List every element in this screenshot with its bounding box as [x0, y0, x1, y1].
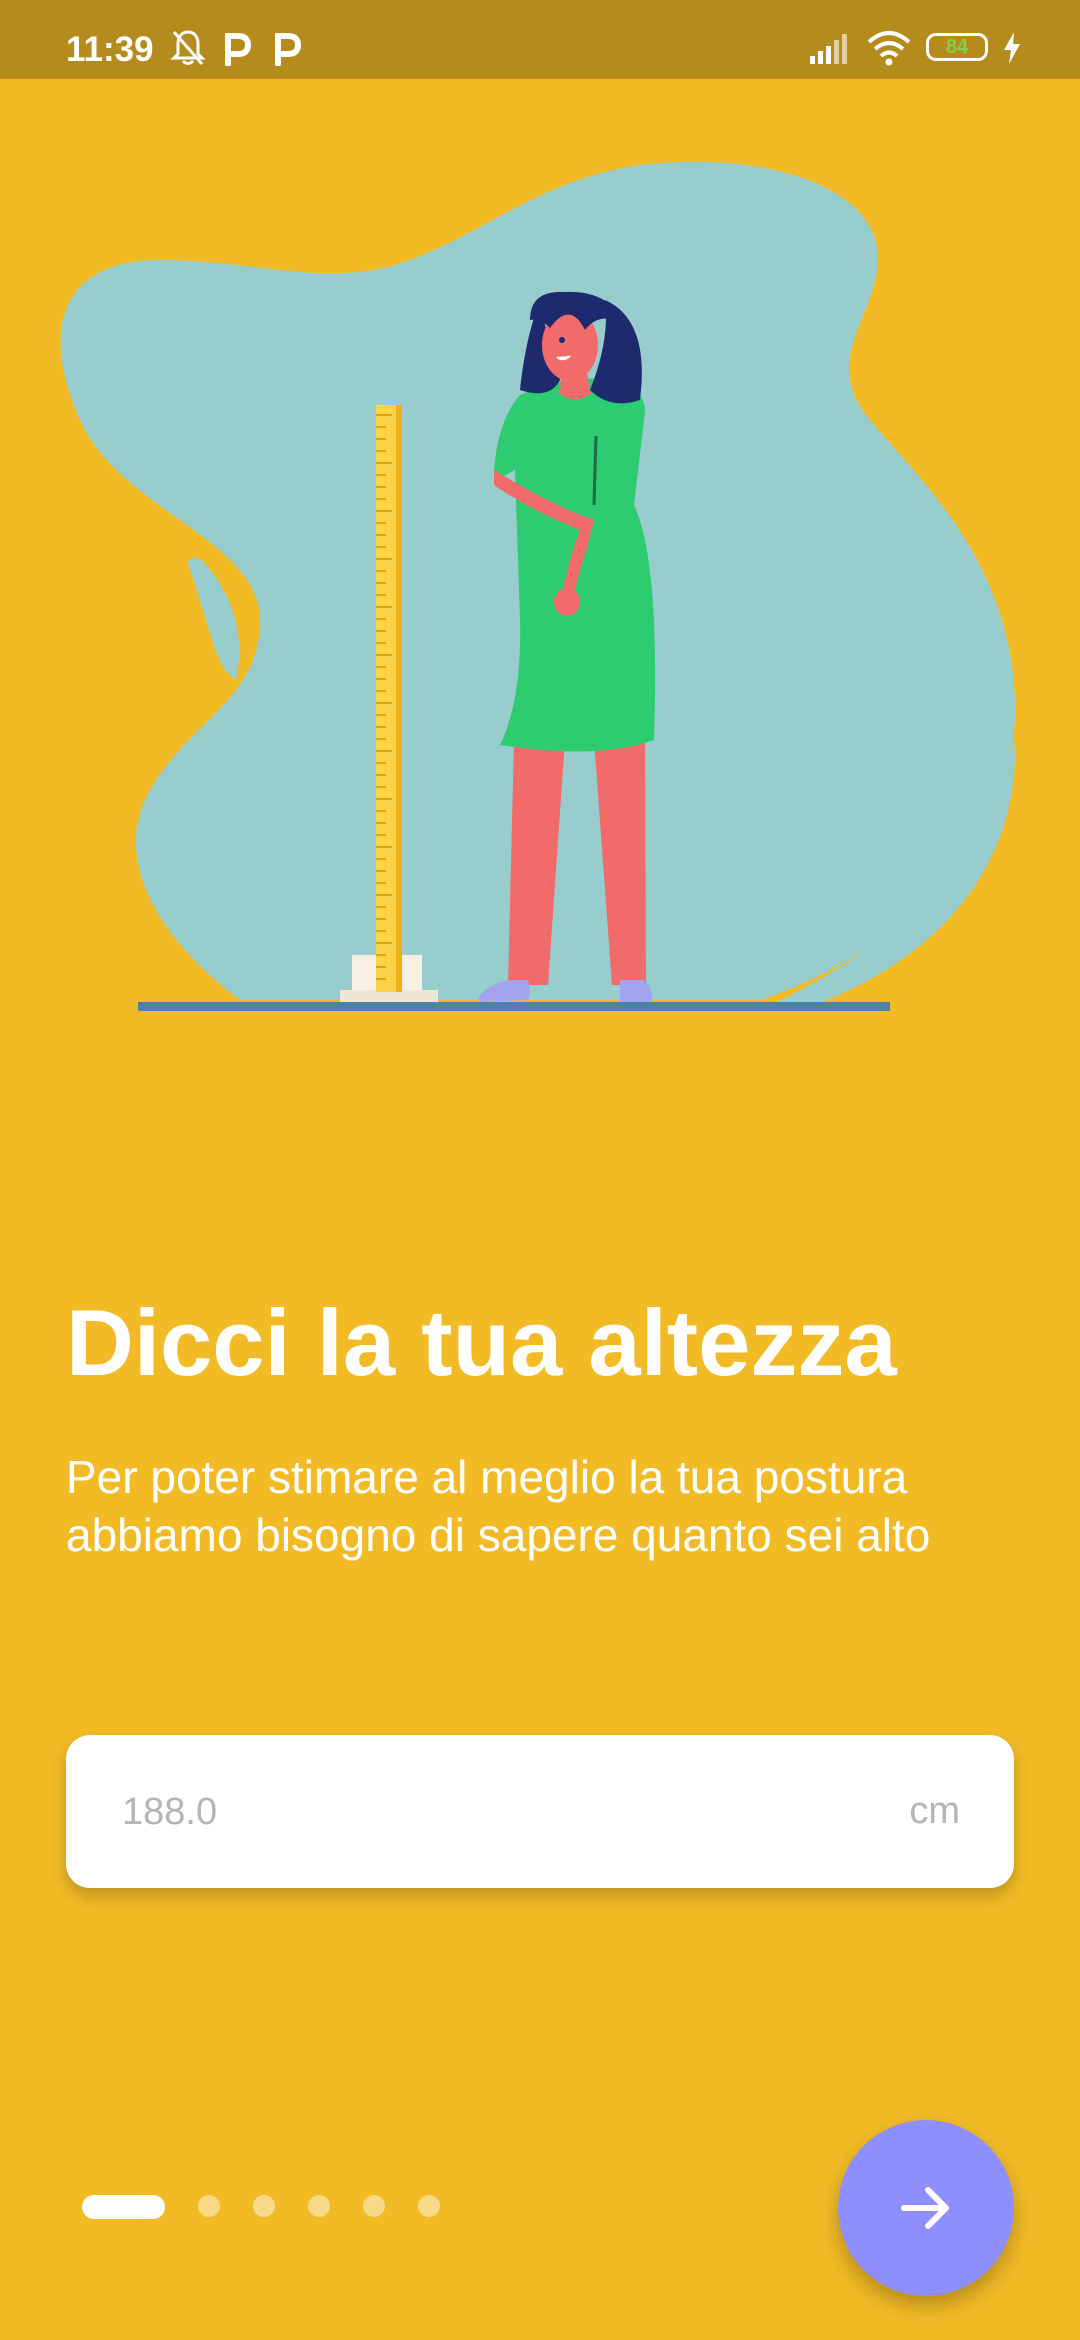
height-field[interactable]: cm [66, 1735, 1014, 1890]
page-dot [308, 2195, 330, 2217]
next-button[interactable] [838, 2120, 1014, 2296]
page-title: Dicci la tua altezza [66, 1290, 897, 1395]
page-dot [253, 2195, 275, 2217]
parking-icon [225, 33, 252, 66]
battery-icon: 84 [926, 33, 988, 61]
page-dot [198, 2195, 220, 2217]
charging-icon [1004, 32, 1020, 64]
floor-line [138, 1002, 890, 1011]
signal-icon [810, 34, 847, 64]
measuring-stick [376, 405, 402, 992]
page-dot [418, 2195, 440, 2217]
height-measure-illustration [60, 161, 1016, 1011]
battery-level: 84 [945, 36, 969, 58]
arrow-right-icon [901, 2187, 949, 2229]
parking-icon [275, 33, 302, 66]
page-dot-active [82, 2195, 165, 2219]
bell-off-icon [170, 30, 206, 65]
page-subtitle: Per poter stimare al meglio la tua postu… [66, 1451, 931, 1561]
status-time: 11:39 [66, 30, 154, 69]
status-bar: 11:39 84 [0, 0, 1080, 79]
height-unit-label: cm [909, 1790, 960, 1832]
wifi-icon [867, 31, 911, 66]
height-input[interactable] [120, 1735, 824, 1890]
page-dot [363, 2195, 385, 2217]
